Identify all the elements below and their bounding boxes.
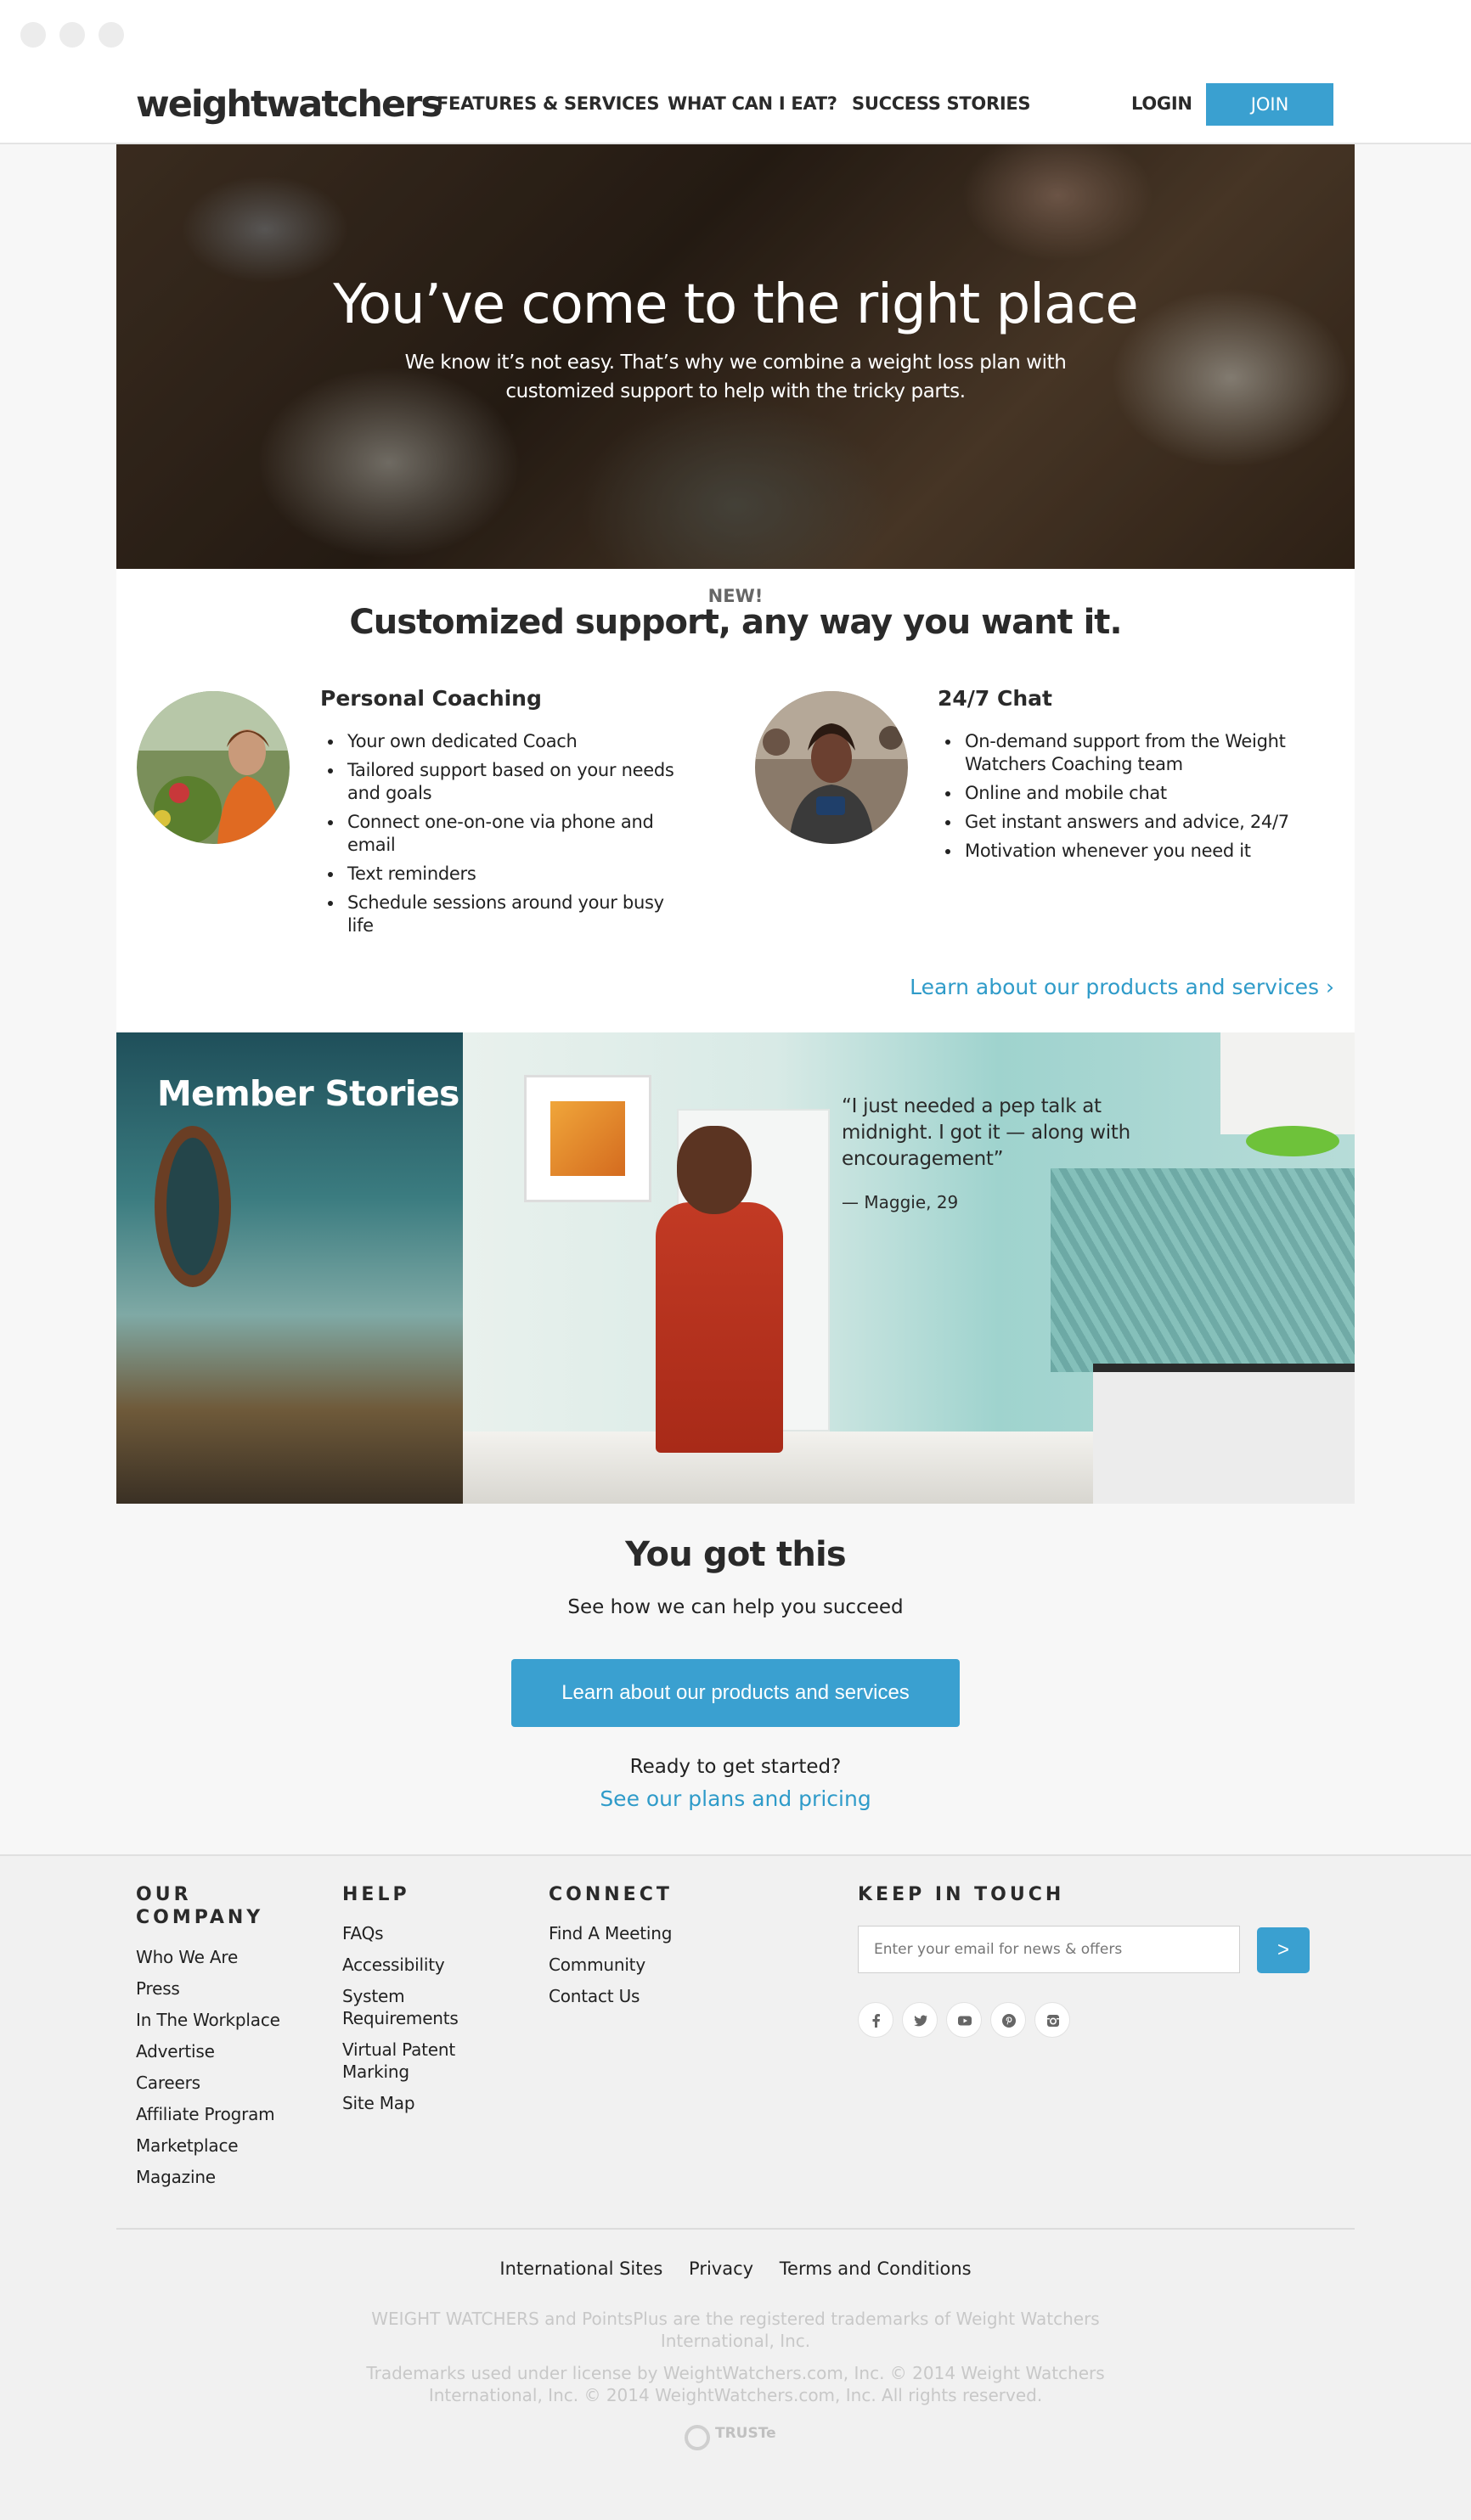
support-section: NEW! Customized support, any way you wan… bbox=[116, 569, 1355, 1032]
round-mirror bbox=[155, 1126, 231, 1287]
footer-link[interactable]: Marketplace bbox=[136, 2135, 306, 2157]
footer-link[interactable]: Community bbox=[549, 1954, 736, 1976]
coaching-photo bbox=[137, 691, 290, 844]
learn-products-link[interactable]: Learn about our products and services › bbox=[910, 975, 1334, 999]
list-item: Schedule sessions around your busy life bbox=[344, 892, 684, 937]
footer-link[interactable]: Site Map bbox=[342, 2092, 487, 2114]
newsletter-submit-button[interactable]: > bbox=[1257, 1927, 1310, 1973]
newsletter-email-input[interactable] bbox=[858, 1926, 1240, 1973]
trademark-notice: WEIGHT WATCHERS and PointsPlus are the r… bbox=[371, 2309, 1100, 2351]
wall-artwork bbox=[524, 1075, 651, 1202]
copyright-notice: Trademarks used under license by WeightW… bbox=[366, 2363, 1105, 2405]
login-link[interactable]: LOGIN bbox=[1131, 93, 1192, 114]
twitter-icon[interactable] bbox=[902, 2002, 938, 2038]
chat-title: 24/7 Chat bbox=[938, 686, 1052, 711]
footer-bottom-links: International Sites Privacy Terms and Co… bbox=[0, 2258, 1471, 2279]
window-close-dot[interactable] bbox=[20, 22, 46, 48]
hero-banner: You’ve come to the right place We know i… bbox=[116, 144, 1355, 569]
chat-list: On-demand support from the Weight Watche… bbox=[961, 730, 1318, 869]
footer-link[interactable]: In The Workplace bbox=[136, 2009, 306, 2031]
footer-connect-links: Find A Meeting Community Contact Us bbox=[549, 1922, 736, 2017]
range-hood bbox=[1220, 1032, 1355, 1134]
footer-link[interactable]: Find A Meeting bbox=[549, 1922, 736, 1944]
terms-link[interactable]: Terms and Conditions bbox=[780, 2258, 972, 2279]
member-photo-body bbox=[656, 1202, 783, 1453]
footer-link[interactable]: Virtual Patent Marking bbox=[342, 2039, 487, 2083]
list-item: On-demand support from the Weight Watche… bbox=[961, 730, 1318, 776]
site-header: weightwatchers FEATURES & SERVICES WHAT … bbox=[0, 70, 1471, 144]
window-maximize-dot[interactable] bbox=[99, 22, 124, 48]
browser-chrome bbox=[0, 0, 1471, 70]
plans-pricing-link[interactable]: See our plans and pricing bbox=[0, 1786, 1471, 1811]
hero-subtitle: We know it’s not easy. That’s why we com… bbox=[404, 352, 1067, 402]
member-stories-banner[interactable]: Member Stories “I just needed a pep talk… bbox=[116, 1032, 1355, 1504]
list-item: Your own dedicated Coach bbox=[344, 730, 684, 753]
footer-company-links: Who We Are Press In The Workplace Advert… bbox=[136, 1946, 306, 2197]
international-sites-link[interactable]: International Sites bbox=[499, 2258, 662, 2279]
learn-products-button[interactable]: Learn about our products and services bbox=[511, 1659, 960, 1727]
chat-photo bbox=[755, 691, 908, 844]
green-lamp bbox=[1246, 1126, 1339, 1156]
instagram-icon[interactable] bbox=[1034, 2002, 1070, 2038]
footer-link[interactable]: FAQs bbox=[342, 1922, 487, 1944]
tile-backsplash bbox=[1051, 1168, 1355, 1372]
truste-label: TRUSTe bbox=[715, 2425, 776, 2442]
support-title: Customized support, any way you want it. bbox=[349, 603, 1122, 642]
nav-what-can-i-eat[interactable]: WHAT CAN I EAT? bbox=[668, 93, 837, 114]
footer-heading-connect: CONNECT bbox=[549, 1884, 673, 1905]
list-item: Tailored support based on your needs and… bbox=[344, 759, 684, 805]
member-stories-title: Member Stories bbox=[157, 1073, 459, 1114]
footer-heading-help: HELP bbox=[342, 1884, 410, 1905]
footer-help-links: FAQs Accessibility System Requirements V… bbox=[342, 1922, 487, 2123]
member-quote: “I just needed a pep talk at midnight. I… bbox=[842, 1095, 1130, 1170]
site-footer: OUR COMPANY Who We Are Press In The Work… bbox=[0, 1854, 1471, 2520]
footer-link[interactable]: Affiliate Program bbox=[136, 2103, 306, 2125]
nav-success-stories[interactable]: SUCCESS STORIES bbox=[852, 93, 1031, 114]
ready-text: Ready to get started? bbox=[629, 1756, 842, 1778]
footer-link[interactable]: Advertise bbox=[136, 2040, 306, 2062]
footer-link[interactable]: Magazine bbox=[136, 2166, 306, 2188]
footer-link[interactable]: Careers bbox=[136, 2072, 306, 2094]
stove bbox=[1093, 1364, 1355, 1504]
truste-icon bbox=[685, 2425, 710, 2450]
list-item: Online and mobile chat bbox=[961, 782, 1318, 805]
list-item: Connect one-on-one via phone and email bbox=[344, 811, 684, 857]
footer-heading-company: OUR COMPANY bbox=[136, 1884, 264, 1928]
footer-divider bbox=[116, 2228, 1355, 2230]
footer-link[interactable]: Press bbox=[136, 1977, 306, 2000]
personal-coaching-list: Your own dedicated Coach Tailored suppor… bbox=[344, 730, 684, 943]
footer-link[interactable]: System Requirements bbox=[342, 1985, 487, 2029]
privacy-link[interactable]: Privacy bbox=[689, 2258, 753, 2279]
footer-link[interactable]: Who We Are bbox=[136, 1946, 306, 1968]
personal-coaching-title: Personal Coaching bbox=[320, 686, 542, 711]
site-logo[interactable]: weightwatchers bbox=[136, 83, 442, 126]
list-item: Text reminders bbox=[344, 863, 684, 886]
member-quote-author: — Maggie, 29 bbox=[842, 1192, 959, 1212]
footer-heading-keep-in-touch: KEEP IN TOUCH bbox=[858, 1884, 1065, 1905]
hero-title: You’ve come to the right place bbox=[333, 273, 1139, 336]
list-item: Get instant answers and advice, 24/7 bbox=[961, 811, 1318, 834]
join-button[interactable]: JOIN bbox=[1206, 83, 1333, 126]
pinterest-icon[interactable] bbox=[990, 2002, 1026, 2038]
footer-link[interactable]: Accessibility bbox=[342, 1954, 487, 1976]
list-item: Motivation whenever you need it bbox=[961, 840, 1318, 863]
window-minimize-dot[interactable] bbox=[59, 22, 85, 48]
truste-seal[interactable]: TRUSTe bbox=[685, 2422, 786, 2452]
cta-title: You got this bbox=[625, 1535, 847, 1574]
facebook-icon[interactable] bbox=[858, 2002, 893, 2038]
footer-link[interactable]: Contact Us bbox=[549, 1985, 736, 2007]
member-photo-head bbox=[677, 1126, 752, 1214]
youtube-icon[interactable] bbox=[946, 2002, 982, 2038]
nav-features-services[interactable]: FEATURES & SERVICES bbox=[437, 93, 659, 114]
cta-subtitle: See how we can help you succeed bbox=[567, 1596, 904, 1618]
